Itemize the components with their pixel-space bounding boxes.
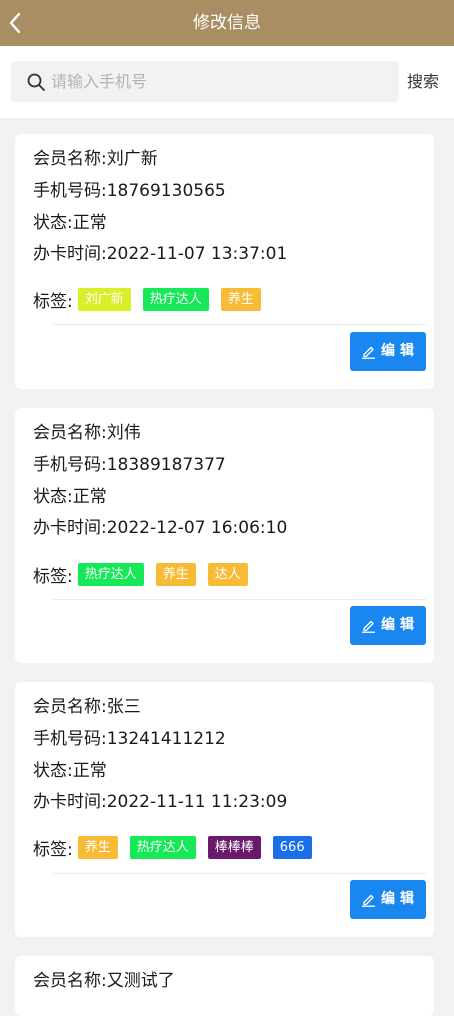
member-card-time: 办卡时间:2022-11-07 13:37:01 bbox=[33, 244, 288, 264]
tag-badge: 养生 bbox=[155, 562, 196, 586]
member-card: 会员名称:张三 手机号码:13241411212 状态:正常 办卡时间:2022… bbox=[15, 682, 434, 937]
page-title: 修改信息 bbox=[193, 13, 261, 33]
member-card: 会员名称:刘广新 手机号码:18769130565 状态:正常 办卡时间:202… bbox=[15, 134, 434, 389]
member-card-time: 办卡时间:2022-11-11 11:23:09 bbox=[33, 792, 288, 812]
search-bar: 搜索 bbox=[0, 46, 454, 118]
member-tags: 标签: 刘广新 热疗达人 养生 bbox=[33, 287, 273, 312]
divider bbox=[53, 599, 426, 600]
tag-badge: 养生 bbox=[220, 287, 261, 311]
edit-icon bbox=[362, 894, 375, 907]
member-name: 会员名称:又测试了 bbox=[33, 971, 175, 991]
member-phone: 手机号码:13241411212 bbox=[33, 729, 226, 749]
divider bbox=[53, 324, 426, 325]
member-status: 状态:正常 bbox=[33, 487, 107, 507]
member-card: 会员名称:刘伟 手机号码:18389187377 状态:正常 办卡时间:2022… bbox=[15, 408, 434, 663]
member-card: 会员名称:又测试了 bbox=[15, 956, 434, 1016]
member-name: 会员名称:刘广新 bbox=[33, 149, 158, 169]
tag-badge: 热疗达人 bbox=[129, 835, 196, 859]
member-phone: 手机号码:18389187377 bbox=[33, 455, 226, 475]
member-card-time: 办卡时间:2022-12-07 16:06:10 bbox=[33, 518, 288, 538]
member-tags: 标签: 热疗达人 养生 达人 bbox=[33, 562, 260, 587]
tag-badge: 棒棒棒 bbox=[207, 835, 261, 859]
edit-button[interactable]: 编辑 bbox=[350, 606, 426, 645]
member-tags: 标签: 养生 热疗达人 棒棒棒 666 bbox=[33, 835, 324, 860]
tags-label: 标签: bbox=[33, 291, 73, 312]
search-box[interactable] bbox=[11, 61, 399, 102]
search-button[interactable]: 搜索 bbox=[407, 61, 447, 102]
edit-button-label: 编辑 bbox=[381, 891, 419, 907]
edit-icon bbox=[362, 346, 375, 359]
edit-button[interactable]: 编辑 bbox=[350, 332, 426, 371]
member-status: 状态:正常 bbox=[33, 213, 107, 233]
tag-badge: 666 bbox=[272, 835, 312, 859]
edit-button-label: 编辑 bbox=[381, 617, 419, 633]
tag-badge: 养生 bbox=[77, 835, 118, 859]
member-status: 状态:正常 bbox=[33, 761, 107, 781]
edit-icon bbox=[362, 620, 375, 633]
tags-label: 标签: bbox=[33, 566, 73, 587]
tag-badge: 热疗达人 bbox=[77, 562, 144, 586]
member-phone: 手机号码:18769130565 bbox=[33, 181, 226, 201]
tags-label: 标签: bbox=[33, 839, 73, 860]
member-name: 会员名称:刘伟 bbox=[33, 423, 141, 443]
tag-badge: 热疗达人 bbox=[142, 287, 209, 311]
top-nav-bar: 修改信息 bbox=[0, 0, 454, 46]
divider bbox=[53, 873, 426, 874]
phone-search-input[interactable] bbox=[51, 61, 391, 102]
search-icon bbox=[27, 73, 45, 91]
tag-badge: 达人 bbox=[207, 562, 248, 586]
tag-badge: 刘广新 bbox=[77, 287, 131, 311]
edit-button[interactable]: 编辑 bbox=[350, 880, 426, 919]
edit-button-label: 编辑 bbox=[381, 343, 419, 359]
member-name: 会员名称:张三 bbox=[33, 697, 141, 717]
